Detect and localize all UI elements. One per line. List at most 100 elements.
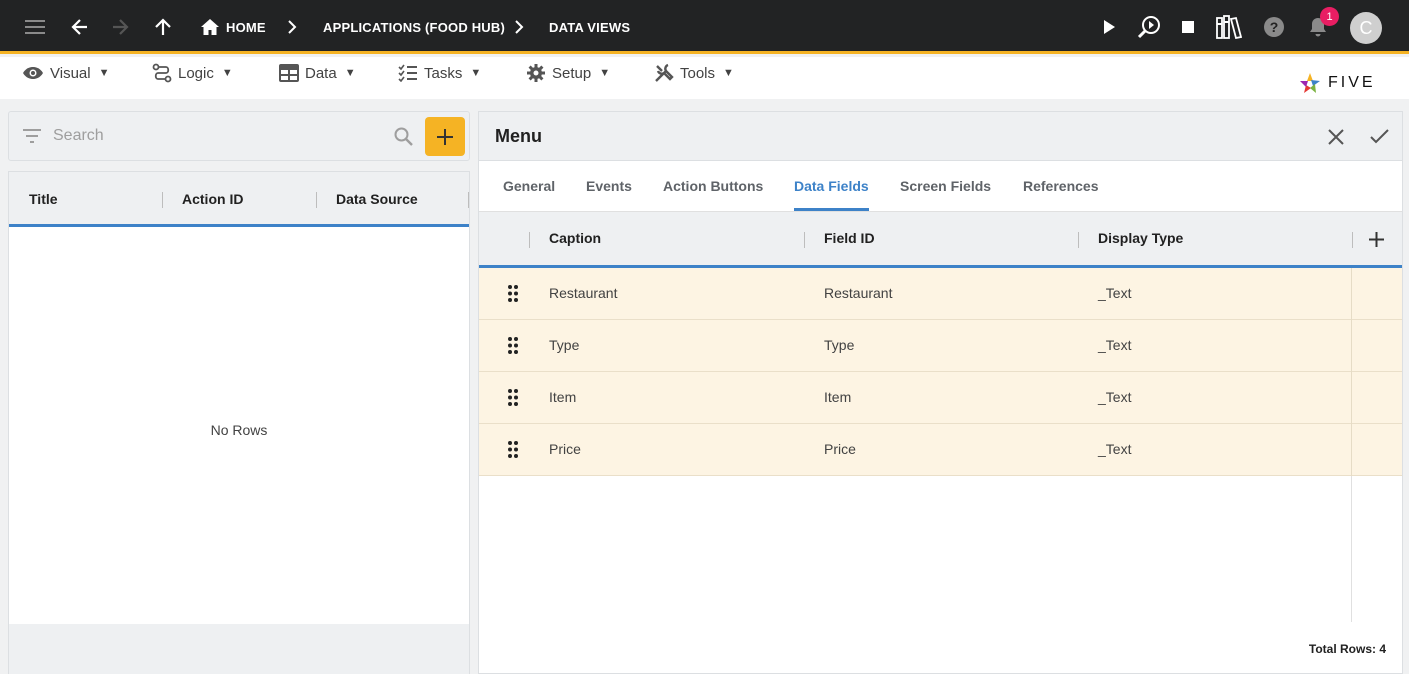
tools-icon — [655, 63, 674, 82]
search-input[interactable]: Search — [53, 127, 104, 145]
help-icon[interactable]: ? — [1263, 0, 1285, 54]
column-separator[interactable] — [316, 192, 317, 208]
five-logo-mark-icon — [1300, 73, 1320, 93]
search-icon[interactable] — [394, 127, 413, 146]
stop-icon[interactable] — [1181, 0, 1195, 54]
active-tab-indicator — [794, 208, 869, 211]
left-search-bar: Search — [8, 111, 470, 161]
form-title: Menu — [495, 126, 542, 146]
form-header: Menu — [479, 112, 1402, 161]
row-separator — [1351, 424, 1352, 476]
column-header-title[interactable]: Title — [29, 191, 58, 207]
avatar[interactable]: C — [1350, 12, 1382, 44]
menu-visual-label: Visual — [50, 64, 91, 82]
empty-state-text: No Rows — [210, 422, 268, 438]
cell-caption: Item — [549, 389, 577, 405]
home-icon[interactable] — [200, 0, 220, 54]
left-grid-footer — [9, 624, 469, 674]
caret-down-icon: ▼ — [221, 67, 233, 79]
drag-handle-icon[interactable] — [508, 337, 518, 354]
column-separator[interactable] — [468, 192, 469, 208]
tab-data-fields[interactable]: Data Fields — [794, 178, 869, 194]
forward-arrow-icon[interactable] — [110, 0, 130, 54]
logo-text: FIVE — [1328, 74, 1376, 91]
column-separator[interactable] — [162, 192, 163, 208]
five-logo: FIVE — [1298, 71, 1376, 95]
menu-visual[interactable]: Visual ▼ — [22, 57, 109, 89]
table-row[interactable]: Type Type _Text — [479, 320, 1402, 372]
caret-down-icon: ▼ — [599, 67, 611, 79]
chevron-right-icon — [286, 0, 298, 54]
cell-field-id: Price — [824, 441, 856, 457]
tab-screen-fields[interactable]: Screen Fields — [900, 178, 991, 194]
close-icon[interactable] — [1328, 129, 1344, 145]
form-tabs: General Events Action Buttons Data Field… — [479, 161, 1402, 212]
filter-icon[interactable] — [23, 129, 41, 143]
table-row[interactable]: Item Item _Text — [479, 372, 1402, 424]
caret-down-icon: ▼ — [98, 67, 110, 79]
column-header-action-id[interactable]: Action ID — [182, 191, 243, 207]
row-separator — [1351, 320, 1352, 372]
menu-logic[interactable]: Logic ▼ — [152, 57, 233, 89]
column-separator[interactable] — [1352, 232, 1353, 248]
menu-bar: Visual ▼ Logic ▼ Data ▼ Tasks ▼ Setup ▼ Tools… — [0, 57, 1409, 99]
notification-badge: 1 — [1320, 7, 1339, 26]
table-icon — [279, 64, 299, 82]
library-icon[interactable] — [1216, 0, 1242, 54]
column-separator — [1351, 476, 1352, 622]
column-separator[interactable] — [804, 232, 805, 248]
search-run-icon[interactable] — [1136, 0, 1162, 54]
column-header-field-id[interactable]: Field ID — [824, 230, 875, 246]
drag-handle-icon[interactable] — [508, 389, 518, 406]
tab-action-buttons[interactable]: Action Buttons — [663, 178, 763, 194]
row-separator — [1351, 268, 1352, 320]
tab-references[interactable]: References — [1023, 178, 1099, 194]
table-row[interactable]: Restaurant Restaurant _Text — [479, 268, 1402, 320]
svg-text:?: ? — [1270, 19, 1279, 35]
add-button[interactable] — [425, 117, 465, 156]
row-separator — [1351, 372, 1352, 424]
menu-tools[interactable]: Tools ▼ — [654, 57, 734, 89]
cell-display-type: _Text — [1098, 337, 1132, 353]
column-separator[interactable] — [1078, 232, 1079, 248]
add-field-plus-icon[interactable] — [1369, 232, 1384, 247]
column-separator[interactable] — [529, 232, 530, 248]
column-header-data-source[interactable]: Data Source — [336, 191, 418, 207]
drag-handle-icon[interactable] — [508, 441, 518, 458]
back-arrow-icon[interactable] — [70, 0, 90, 54]
left-data-grid: Title Action ID Data Source No Rows — [8, 171, 470, 674]
up-arrow-icon[interactable] — [154, 0, 172, 54]
column-header-display-type[interactable]: Display Type — [1098, 230, 1183, 246]
cell-field-id: Restaurant — [824, 285, 893, 301]
breadcrumb-applications[interactable]: APPLICATIONS (FOOD HUB) — [323, 0, 505, 54]
column-header-caption[interactable]: Caption — [549, 230, 601, 246]
checkmark-icon[interactable] — [1370, 129, 1389, 144]
menu-data[interactable]: Data ▼ — [279, 57, 356, 89]
record-form-panel: Menu General Events Action Buttons Data … — [478, 111, 1403, 674]
caret-down-icon: ▼ — [470, 67, 482, 79]
hamburger-menu-icon[interactable] — [24, 0, 48, 54]
play-icon[interactable] — [1101, 0, 1117, 54]
menu-setup-label: Setup — [552, 64, 592, 82]
plus-icon — [437, 128, 453, 145]
table-row[interactable]: Price Price _Text — [479, 424, 1402, 476]
menu-setup[interactable]: Setup ▼ — [526, 57, 610, 89]
tab-general[interactable]: General — [503, 178, 555, 194]
caret-down-icon: ▼ — [344, 67, 356, 79]
tab-events[interactable]: Events — [586, 178, 632, 194]
cell-caption: Restaurant — [549, 285, 618, 301]
cell-field-id: Item — [824, 389, 852, 405]
menu-tasks[interactable]: Tasks ▼ — [398, 57, 481, 89]
chevron-right-icon — [513, 0, 525, 54]
gear-icon — [527, 64, 545, 82]
cell-caption: Type — [549, 337, 580, 353]
menu-tasks-label: Tasks — [424, 64, 463, 82]
cell-caption: Price — [549, 441, 581, 457]
cell-display-type: _Text — [1098, 285, 1132, 301]
cell-display-type: _Text — [1098, 441, 1132, 457]
drag-handle-icon[interactable] — [508, 285, 518, 302]
breadcrumb-data-views[interactable]: DATA VIEWS — [549, 0, 630, 54]
breadcrumb-home[interactable]: HOME — [226, 0, 266, 54]
menu-logic-label: Logic — [178, 64, 214, 82]
menu-tools-label: Tools — [680, 64, 716, 82]
